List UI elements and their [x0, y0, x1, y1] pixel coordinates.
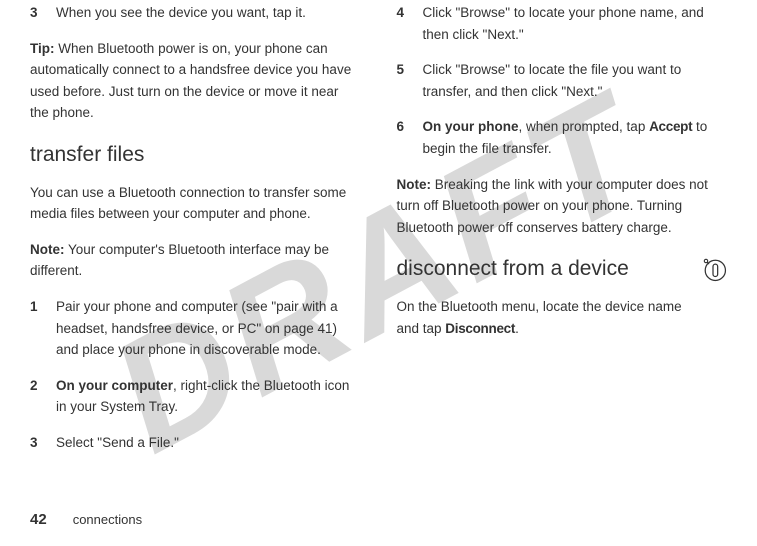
left-column: 3 When you see the device you want, tap … — [30, 2, 361, 492]
step-number: 3 — [30, 2, 42, 24]
page-content: 3 When you see the device you want, tap … — [0, 0, 757, 500]
step-item: 5 Click "Browse" to locate the file you … — [397, 59, 728, 102]
step-number: 1 — [30, 296, 42, 361]
bluetooth-device-icon — [699, 254, 727, 282]
step-text: Click "Browse" to locate your phone name… — [423, 2, 728, 45]
note-paragraph: Note: Your computer's Bluetooth interfac… — [30, 239, 361, 282]
section-heading-disconnect: disconnect from a device — [397, 252, 728, 286]
step-item: 1 Pair your phone and computer (see "pai… — [30, 296, 361, 361]
page-footer: 42 connections — [30, 508, 142, 532]
step-item: 3 When you see the device you want, tap … — [30, 2, 361, 24]
accept-label: Accept — [649, 119, 692, 134]
step-number: 5 — [397, 59, 409, 102]
note-label: Note: — [397, 177, 432, 192]
step-number: 2 — [30, 375, 42, 418]
tip-paragraph: Tip: When Bluetooth power is on, your ph… — [30, 38, 361, 124]
disconnect-label: Disconnect — [445, 321, 515, 336]
right-column: 4 Click "Browse" to locate your phone na… — [397, 2, 728, 492]
disc-t1: On the Bluetooth menu, locate the device… — [397, 299, 682, 336]
step-t1: , when prompted, tap — [519, 119, 650, 134]
footer-section: connections — [73, 512, 142, 527]
step-item: 4 Click "Browse" to locate your phone na… — [397, 2, 728, 45]
note-label: Note: — [30, 242, 65, 257]
step-text: On your computer, right-click the Blueto… — [56, 375, 361, 418]
note-paragraph: Note: Breaking the link with your comput… — [397, 174, 728, 239]
intro-paragraph: You can use a Bluetooth connection to tr… — [30, 182, 361, 225]
step-number: 3 — [30, 432, 42, 454]
note-text: Breaking the link with your computer doe… — [397, 177, 708, 235]
disc-t2: . — [515, 321, 519, 336]
step-item: 2 On your computer, right-click the Blue… — [30, 375, 361, 418]
section-heading-transfer-files: transfer files — [30, 138, 361, 172]
step-text: On your phone, when prompted, tap Accept… — [423, 116, 728, 159]
tip-label: Tip: — [30, 41, 55, 56]
step-text: Pair your phone and computer (see "pair … — [56, 296, 361, 361]
step-number: 4 — [397, 2, 409, 45]
step-item: 6 On your phone, when prompted, tap Acce… — [397, 116, 728, 159]
step-bold: On your phone — [423, 119, 519, 134]
tip-text: When Bluetooth power is on, your phone c… — [30, 41, 351, 121]
page-number: 42 — [30, 511, 47, 528]
step-text: When you see the device you want, tap it… — [56, 2, 361, 24]
step-text: Select "Send a File." — [56, 432, 361, 454]
disconnect-paragraph: On the Bluetooth menu, locate the device… — [397, 296, 728, 339]
note-text: Your computer's Bluetooth interface may … — [30, 242, 329, 279]
step-text: Click "Browse" to locate the file you wa… — [423, 59, 728, 102]
step-number: 6 — [397, 116, 409, 159]
step-item: 3 Select "Send a File." — [30, 432, 361, 454]
step-bold: On your computer — [56, 378, 173, 393]
